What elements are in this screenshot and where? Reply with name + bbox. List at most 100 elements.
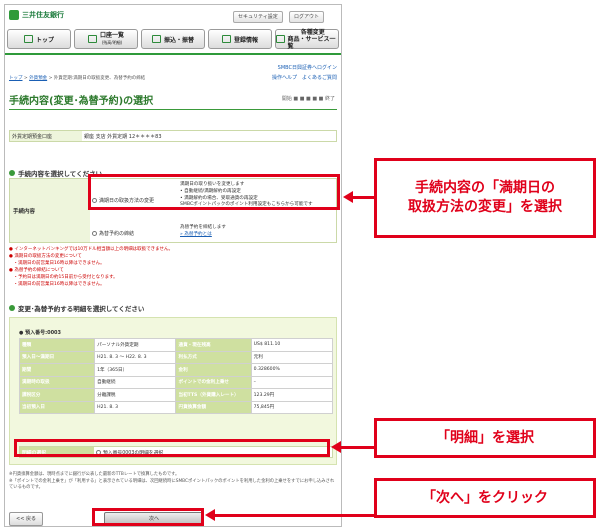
breadcrumb: トップ > 外貨預金 > 外貨定期:満期日の取扱変更、為替予約の締結 xyxy=(9,76,146,81)
cell-value: 自動継続 xyxy=(94,375,177,389)
account-row: 外貨定期預金口座 銀座 支店 外貨定期 12＊＊＊＊83 xyxy=(9,130,337,142)
top-bar: 三井住友銀行 セキュリティ設定 ログアウト xyxy=(5,5,341,25)
main-nav: トップ 口座一覧 (残高/明細) 振込・振替 登録情報 各種変更 商品・サービス一覧 xyxy=(7,29,339,50)
arrow-left-icon xyxy=(205,509,215,521)
cell-key: ポイントでの金利上乗せ xyxy=(175,375,252,389)
deposit-number: ● 預入番号:0003 xyxy=(19,330,62,336)
nav-transfer[interactable]: 振込・振替 xyxy=(141,29,205,49)
menu-icon xyxy=(276,35,285,43)
note-line: ● インターネットバンキングでは10万ドル相当額以上の明細は取扱できません。 xyxy=(9,247,174,252)
bank-logo: 三井住友銀行 xyxy=(9,10,64,20)
cell-value: H21. 8. 3 ～ H22. 8. 3 xyxy=(94,350,177,364)
security-settings-button[interactable]: セキュリティ設定 xyxy=(233,11,283,23)
table-row: 課税区分 分離課税 当初TTS（外貨購入レート） 123.29円 xyxy=(18,388,334,402)
note-line: ・予約日は満期日の約15日前から受付となります。 xyxy=(9,275,118,280)
page-title: 手続内容(変更･為替予約)の選択 xyxy=(9,96,154,107)
nav-top-label: トップ xyxy=(35,36,54,44)
cell-key: 金利 xyxy=(175,363,252,377)
cell-value: 分離課税 xyxy=(94,388,177,402)
smbc-login-link[interactable]: SMBC日興証券へログイン xyxy=(272,63,337,73)
cell-key: 預入日～満期日 xyxy=(18,350,96,364)
nav-services-sub: 商品・サービス一覧 xyxy=(287,35,336,50)
cell-value: パーソナル外貨定期 xyxy=(94,338,177,352)
cell-key: 種類 xyxy=(18,338,96,352)
desc2-line: 為替予約を締結します xyxy=(180,225,226,230)
arrow-left-icon xyxy=(343,191,353,203)
faq-link[interactable]: よくあるご質問 xyxy=(302,75,337,81)
nav-accounts-label: 口座一覧 xyxy=(99,32,124,39)
option2-description: 為替予約を締結します » 為替予約とは xyxy=(180,225,226,239)
cell-value: 1年（365日） xyxy=(94,363,177,377)
cell-key: 通貨・現在残高 xyxy=(175,338,252,352)
cell-key: 利払方式 xyxy=(175,350,252,364)
table-row: 預入日～満期日 H21. 8. 3 ～ H22. 8. 3 利払方式 元利 xyxy=(18,350,334,364)
bank-name: 三井住友銀行 xyxy=(22,11,64,19)
callout-click-next: 「次へ」をクリック xyxy=(374,478,596,518)
list-icon xyxy=(87,35,97,43)
fx-forward-help-link[interactable]: » 為替予約とは xyxy=(180,232,226,239)
highlight-next xyxy=(92,508,204,526)
table-row: 当初預入日 H21. 8. 3 円貨換算金額 75,845円 xyxy=(18,400,334,414)
account-value: 銀座 支店 外貨定期 12＊＊＊＊83 xyxy=(84,134,162,140)
cell-key: 満期時の取扱 xyxy=(18,375,96,389)
note-line: ・満期日の前営業日16時以降はできません。 xyxy=(9,261,105,266)
option-fx-forward[interactable]: 為替予約の締結 xyxy=(92,230,134,237)
breadcrumb-top[interactable]: トップ xyxy=(9,76,23,81)
transfer-icon xyxy=(151,35,161,43)
bullet-icon xyxy=(9,170,15,176)
notes: ● インターネットバンキングでは10万ドル相当額以上の明細は取扱できません。 ●… xyxy=(9,246,337,288)
logout-button[interactable]: ログアウト xyxy=(289,11,325,23)
breadcrumb-foreign[interactable]: 外貨預金 xyxy=(29,76,47,81)
title-rule xyxy=(9,109,337,110)
nav-accounts-sub: (残高/明細) xyxy=(101,40,123,45)
cell-key: 課税区分 xyxy=(18,388,96,402)
nav-registration[interactable]: 登録情報 xyxy=(208,29,272,49)
option2-label: 為替予約の締結 xyxy=(99,231,135,237)
help-link[interactable]: 操作ヘルプ xyxy=(272,75,297,81)
procedure-label: 手続内容 xyxy=(10,179,90,242)
cell-value: 0.328600% xyxy=(250,363,334,377)
note-line: ● 満期日の取扱方法の変更について xyxy=(9,254,82,259)
cell-value: 75,845円 xyxy=(250,400,334,414)
highlight-detail xyxy=(14,439,330,457)
section-heading-product: 変更･為替予約する明細を選択してください xyxy=(9,303,144,313)
document-icon xyxy=(221,35,231,43)
nav-divider xyxy=(5,53,341,55)
cell-value: US$ 811.10 xyxy=(250,338,334,352)
bullet-icon xyxy=(9,305,15,311)
table-row: 種類 パーソナル外貨定期 通貨・現在残高 US$ 811.10 xyxy=(18,338,334,352)
arrow-left-icon xyxy=(331,441,341,453)
cell-key: 期間 xyxy=(18,363,96,377)
nav-transfer-label: 振込・振替 xyxy=(163,36,194,44)
footnotes: ※円貨換算金額は、現時点までに銀行が公表した最新のTTBレートで換算したものです… xyxy=(9,472,337,492)
cell-value: – xyxy=(250,375,334,389)
product-table: 種類 パーソナル外貨定期 通貨・現在残高 US$ 811.10 預入日～満期日 H21.… xyxy=(18,338,334,414)
highlight-option xyxy=(88,174,340,210)
cell-key: 円貨換算金額 xyxy=(175,400,252,414)
table-row: 期間 1年（365日） 金利 0.328600% xyxy=(18,363,334,377)
callout-select-detail: 「明細」を選択 xyxy=(374,418,596,458)
step-indicator: 開始 ■ ■ ■ ■ ■ 終了 xyxy=(281,96,335,102)
radio-icon[interactable] xyxy=(92,231,97,236)
back-button[interactable]: << 戻る xyxy=(9,512,43,526)
cell-value: H21. 8. 3 xyxy=(94,400,177,414)
cell-key: 当初TTS（外貨購入レート） xyxy=(175,388,252,402)
cell-value: 123.29円 xyxy=(250,388,334,402)
header-links: SMBC日興証券へログイン 操作ヘルプ よくあるご質問 xyxy=(272,63,337,83)
logo-mark-icon xyxy=(9,10,19,20)
nav-services[interactable]: 各種変更 商品・サービス一覧 xyxy=(275,29,339,50)
cell-value: 元利 xyxy=(250,350,334,364)
footnote-line: ※「ポイントでの金利上乗せ」が「利用する」と表示されている明細は、次回継続時にS… xyxy=(9,478,335,491)
callout-select-option: 手続内容の「満期日の 取扱方法の変更」を選択 xyxy=(374,158,596,238)
nav-accounts[interactable]: 口座一覧 (残高/明細) xyxy=(74,29,138,49)
arrow-line xyxy=(214,514,374,517)
account-key: 外貨定期預金口座 xyxy=(10,131,82,141)
nav-registration-label: 登録情報 xyxy=(233,36,258,44)
cell-key: 当初預入日 xyxy=(18,400,96,414)
note-line: ● 為替予約の締結について xyxy=(9,268,64,273)
note-line: ・満期日の前営業日16時以降はできません。 xyxy=(9,282,105,287)
arrow-line xyxy=(352,196,374,199)
home-icon xyxy=(23,35,33,43)
nav-top[interactable]: トップ xyxy=(7,29,71,49)
section2-text: 変更･為替予約する明細を選択してください xyxy=(18,305,145,313)
